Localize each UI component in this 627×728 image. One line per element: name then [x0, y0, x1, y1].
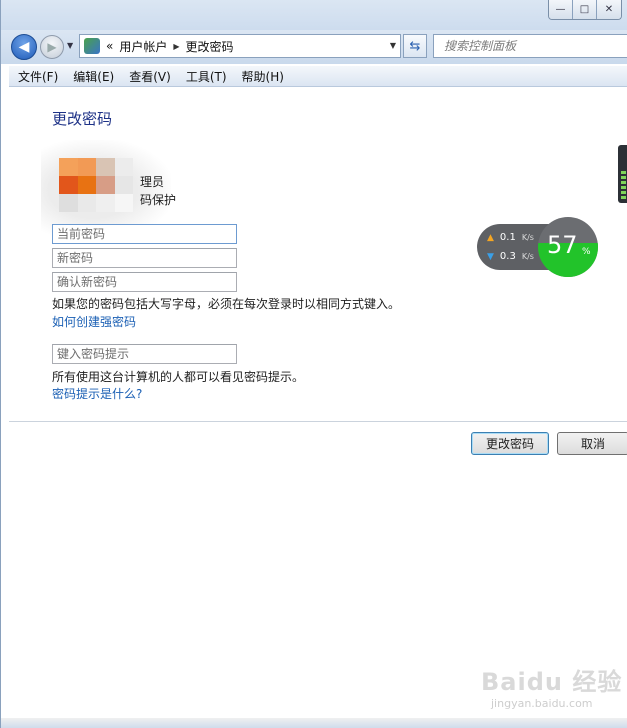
download-speed-unit: K/s: [521, 252, 534, 261]
usage-percent: 57: [547, 231, 578, 259]
password-hint-input[interactable]: [57, 347, 236, 361]
strong-password-link[interactable]: 如何创建强密码: [52, 313, 136, 330]
menu-tools[interactable]: 工具(T): [177, 68, 233, 85]
user-avatar: [59, 158, 133, 212]
breadcrumb-separator-icon[interactable]: ▶: [173, 42, 179, 51]
watermark-url: jingyan.baidu.com: [491, 697, 593, 710]
breadcrumb-change-password[interactable]: 更改密码: [186, 38, 234, 55]
minimize-button[interactable]: —: [549, 0, 573, 19]
back-arrow-icon[interactable]: ◀: [11, 34, 37, 60]
forward-arrow-icon[interactable]: ▶: [40, 35, 64, 59]
change-password-button[interactable]: 更改密码: [471, 432, 549, 455]
usage-percent-sign: %: [582, 247, 591, 257]
menu-bar: 文件(F) 编辑(E) 查看(V) 工具(T) 帮助(H): [9, 66, 627, 87]
password-hint-field[interactable]: [52, 344, 237, 364]
menu-help[interactable]: 帮助(H): [233, 68, 290, 85]
divider: [9, 421, 627, 422]
hint-visibility-note: 所有使用这台计算机的人都可以看见密码提示。: [52, 370, 305, 384]
upload-speed-value: 0.1: [499, 232, 516, 243]
address-dropdown-icon[interactable]: ▼: [390, 41, 396, 50]
download-speed-value: 0.3: [499, 251, 516, 262]
control-panel-window: — □ ✕ ◀ ▶ ▼ « 用户帐户 ▶ 更改密码 ▼ ⇆ 文件(F) 编辑(E…: [0, 0, 627, 728]
user-password-status: 码保护: [140, 193, 177, 207]
history-dropdown-icon[interactable]: ▼: [67, 41, 73, 50]
maximize-button[interactable]: □: [573, 0, 597, 19]
download-speed: ▼ 0.3 K/s: [487, 251, 534, 262]
control-panel-icon: [84, 38, 100, 54]
menu-view[interactable]: 查看(V): [120, 68, 177, 85]
menu-file[interactable]: 文件(F): [9, 68, 64, 85]
side-level-meter[interactable]: [618, 145, 627, 203]
user-account-type: 理员: [140, 175, 165, 189]
search-box[interactable]: [433, 34, 627, 58]
watermark-brand: Baidu 经验: [481, 668, 623, 696]
upload-arrow-icon: ▲: [487, 232, 494, 243]
window-controls: — □ ✕: [548, 0, 622, 20]
close-button[interactable]: ✕: [597, 0, 621, 19]
search-input[interactable]: [444, 39, 614, 53]
page-title: 更改密码: [52, 110, 113, 128]
cancel-button[interactable]: 取消: [557, 432, 627, 455]
caps-lock-note: 如果您的密码包括大写字母，必须在每次登录时以相同方式键入。: [52, 297, 401, 311]
download-arrow-icon: ▼: [487, 251, 494, 262]
new-password-field[interactable]: [52, 248, 237, 268]
confirm-password-input[interactable]: [57, 275, 236, 289]
upload-speed: ▲ 0.1 K/s: [487, 232, 534, 243]
address-bar[interactable]: « 用户帐户 ▶ 更改密码 ▼: [79, 34, 401, 58]
menu-edit[interactable]: 编辑(E): [64, 68, 120, 85]
upload-speed-unit: K/s: [521, 233, 534, 242]
new-password-input[interactable]: [57, 251, 236, 265]
content-pane: 更改密码 理员 码保护 如果您的密码包括大写字母，必须在每次登录时以相同方式键入…: [9, 88, 627, 728]
navigation-bar: ◀ ▶ ▼ « 用户帐户 ▶ 更改密码 ▼ ⇆: [1, 30, 627, 64]
window-bottom-edge: [1, 718, 627, 728]
title-bar: — □ ✕: [1, 0, 627, 30]
current-password-input[interactable]: [57, 227, 236, 241]
address-overflow[interactable]: «: [106, 39, 113, 53]
refresh-icon[interactable]: ⇆: [403, 34, 427, 58]
breadcrumb-user-accounts[interactable]: 用户帐户: [119, 38, 167, 55]
password-hint-link[interactable]: 密码提示是什么?: [52, 385, 142, 402]
confirm-password-field[interactable]: [52, 272, 237, 292]
current-password-field[interactable]: [52, 224, 237, 244]
memory-usage-gauge[interactable]: 57 %: [538, 217, 598, 277]
